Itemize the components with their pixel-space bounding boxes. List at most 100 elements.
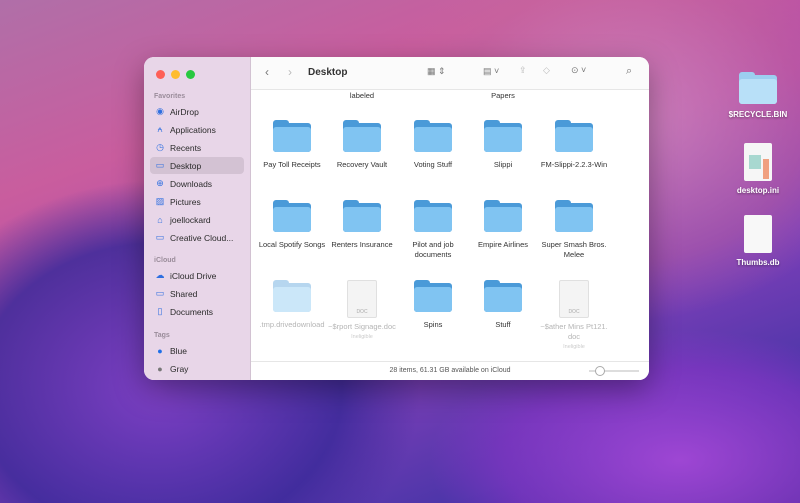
icon-size-slider[interactable] — [589, 366, 639, 376]
file-label-partial[interactable]: Papers — [468, 91, 538, 101]
gray-tag-dot-icon: ● — [157, 363, 163, 374]
slider-knob[interactable] — [595, 366, 605, 376]
ineligible-note: Ineligible — [351, 334, 373, 340]
folder-item[interactable]: Pay Toll Receipts — [257, 120, 327, 170]
sidebar-item-documents[interactable]: ▯ Documents — [150, 303, 244, 320]
status-bar: 28 items, 61.31 GB available on iCloud — [251, 361, 649, 380]
applications-icon: ⍲ — [157, 124, 163, 134]
toolbar: ‹ › Desktop ▦ ⇕ ▤ ˅ ⇪ ◇ ⊙ ˅ ⌕ — [251, 57, 649, 90]
sidebar-tag-gray[interactable]: ● Gray — [150, 360, 244, 377]
file-name: Pilot and job documents — [412, 240, 454, 259]
search-icon[interactable]: ⌕ — [626, 65, 632, 78]
sidebar-item-creative-cloud[interactable]: ▭ Creative Cloud... — [150, 229, 244, 246]
file-name: ~$rport Signage.doc — [328, 322, 396, 331]
file-name: Local Spotify Songs — [258, 240, 326, 249]
folder-item[interactable]: Stuff — [468, 280, 538, 330]
file-name: .tmp.drivedownload — [259, 320, 325, 329]
more-actions-icon[interactable]: ⊙ ˅ — [571, 65, 586, 76]
folder-icon — [273, 120, 311, 152]
folder-item[interactable]: FM-Slippi-2.2.3-Win — [539, 120, 609, 170]
tag-icon[interactable]: ◇ — [543, 65, 550, 76]
folder-item[interactable]: Recovery Vault — [327, 120, 397, 170]
doc-badge: DOC — [356, 309, 368, 315]
sidebar-item-applications[interactable]: ⍲ Applications — [150, 121, 244, 138]
sidebar-item-label: Recents — [170, 142, 202, 153]
sidebar-item-pictures[interactable]: ▨ Pictures — [150, 193, 244, 210]
desktop-item-thumbs-db[interactable]: Thumbs.db — [723, 215, 793, 267]
document-item[interactable]: DOC ~$ather Mins Pt121.doc Ineligible — [539, 280, 609, 352]
folder-icon — [484, 120, 522, 152]
folder-icon — [414, 120, 452, 152]
sidebar-item-label: Documents — [170, 306, 213, 317]
folder-icon — [739, 72, 777, 104]
desktop-item-label: $RECYCLE.BIN — [728, 110, 788, 119]
sidebar-item-label: Shared — [170, 288, 198, 299]
file-name: Recovery Vault — [336, 160, 388, 169]
pictures-icon: ▨ — [155, 196, 165, 206]
file-name: FM-Slippi-2.2.3-Win — [540, 160, 608, 169]
sidebar-item-label: Pictures — [170, 196, 201, 207]
sidebar-item-label: Creative Cloud... — [170, 232, 234, 243]
group-by-icon[interactable]: ▤ ˅ — [483, 66, 499, 77]
file-name: Pay Toll Receipts — [263, 160, 321, 169]
sidebar-item-label: AirDrop — [170, 106, 199, 117]
sidebar-item-label: iCloud Drive — [170, 270, 217, 281]
folder-icon — [414, 280, 452, 312]
file-name: Stuff — [495, 320, 511, 329]
sidebar-tag-blue[interactable]: ● Blue — [150, 342, 244, 359]
folder-icon: ▭ — [155, 232, 165, 242]
window-title: Desktop — [308, 67, 348, 78]
home-icon: ⌂ — [157, 214, 163, 225]
file-icon — [744, 215, 772, 253]
folder-item[interactable]: .tmp.drivedownload — [257, 280, 327, 330]
view-mode-icon[interactable]: ▦ ⇕ — [427, 66, 446, 77]
back-button[interactable]: ‹ — [265, 65, 269, 79]
section-tags: Tags — [154, 332, 170, 339]
folder-icon — [414, 200, 452, 232]
doc-badge: DOC — [568, 309, 580, 315]
sidebar-item-label: Gray — [170, 363, 189, 374]
minimize-button[interactable] — [171, 70, 180, 79]
folder-item[interactable]: Pilot and job documents — [398, 200, 468, 260]
status-text: 28 items, 61.31 GB available on iCloud — [389, 367, 511, 374]
folder-item[interactable]: Slippi — [468, 120, 538, 170]
file-name: Empire Airlines — [477, 240, 529, 249]
shared-folder-icon: ▭ — [155, 288, 165, 298]
sidebar-item-recents[interactable]: ◷ Recents — [150, 139, 244, 156]
sidebar-item-label: Blue — [170, 345, 188, 356]
file-label-partial[interactable]: labeled — [327, 91, 397, 101]
sidebar-item-icloud-drive[interactable]: ☁ iCloud Drive — [150, 267, 244, 284]
desktop-item-label: desktop.ini — [736, 186, 780, 195]
desktop-item-desktop-ini[interactable]: desktop.ini — [723, 143, 793, 195]
close-button[interactable] — [156, 70, 165, 79]
folder-icon — [555, 200, 593, 232]
sidebar-item-desktop[interactable]: ▭ Desktop — [150, 157, 244, 174]
section-favorites: Favorites — [154, 93, 186, 100]
sidebar-item-label: Desktop — [170, 160, 202, 171]
folder-item[interactable]: Local Spotify Songs — [257, 200, 327, 250]
sidebar-item-label: Downloads — [170, 178, 213, 189]
folder-icon — [484, 200, 522, 232]
sidebar-item-airdrop[interactable]: ◉ AirDrop — [150, 103, 244, 120]
sidebar-item-home[interactable]: ⌂ joellockard — [150, 211, 244, 228]
sidebar-item-downloads[interactable]: ⊕ Downloads — [150, 175, 244, 192]
share-icon[interactable]: ⇪ — [519, 65, 527, 76]
file-name: Renters Insurance — [331, 240, 393, 249]
section-icloud: iCloud — [154, 257, 176, 264]
folder-item[interactable]: Empire Airlines — [468, 200, 538, 250]
desktop-item-recycle-bin[interactable]: $RECYCLE.BIN — [723, 72, 793, 119]
forward-button[interactable]: › — [288, 65, 292, 79]
document-item[interactable]: DOC ~$rport Signage.doc Ineligible — [327, 280, 397, 342]
sidebar-item-shared[interactable]: ▭ Shared — [150, 285, 244, 302]
ineligible-note: Ineligible — [563, 344, 585, 350]
finder-window: Favorites ◉ AirDrop ⍲ Applications ◷ Recent… — [144, 57, 649, 380]
folder-item[interactable]: Renters Insurance — [327, 200, 397, 250]
folder-item[interactable]: Super Smash Bros. Melee — [539, 200, 609, 260]
folder-icon — [273, 280, 311, 312]
folder-item[interactable]: Voting Stuff — [398, 120, 468, 170]
file-name: Spins — [423, 320, 443, 329]
download-icon: ⊕ — [156, 178, 164, 188]
airdrop-icon: ◉ — [156, 106, 164, 116]
zoom-button[interactable] — [186, 70, 195, 79]
folder-item[interactable]: Spins — [398, 280, 468, 330]
